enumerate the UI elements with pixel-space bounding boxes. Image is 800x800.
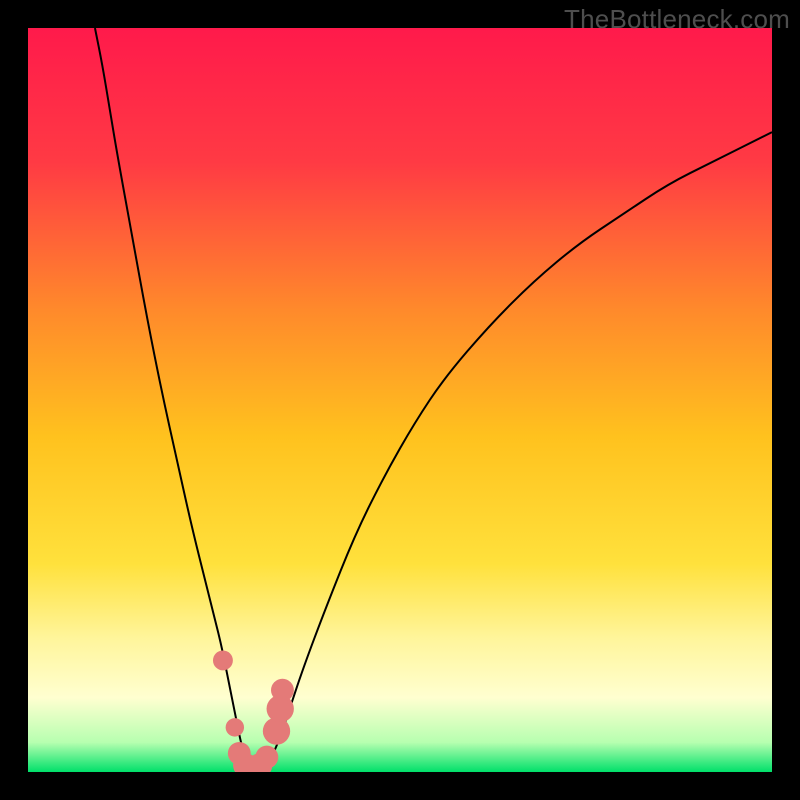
- tick-dot: [226, 718, 244, 736]
- tick-dot: [213, 650, 233, 670]
- chart-frame: TheBottleneck.com: [0, 0, 800, 800]
- tick-dot: [271, 679, 294, 702]
- chart-plot-area: [28, 28, 772, 772]
- watermark-text: TheBottleneck.com: [564, 4, 790, 35]
- chart-svg: [28, 28, 772, 772]
- tick-dot: [255, 746, 278, 769]
- chart-background: [28, 28, 772, 772]
